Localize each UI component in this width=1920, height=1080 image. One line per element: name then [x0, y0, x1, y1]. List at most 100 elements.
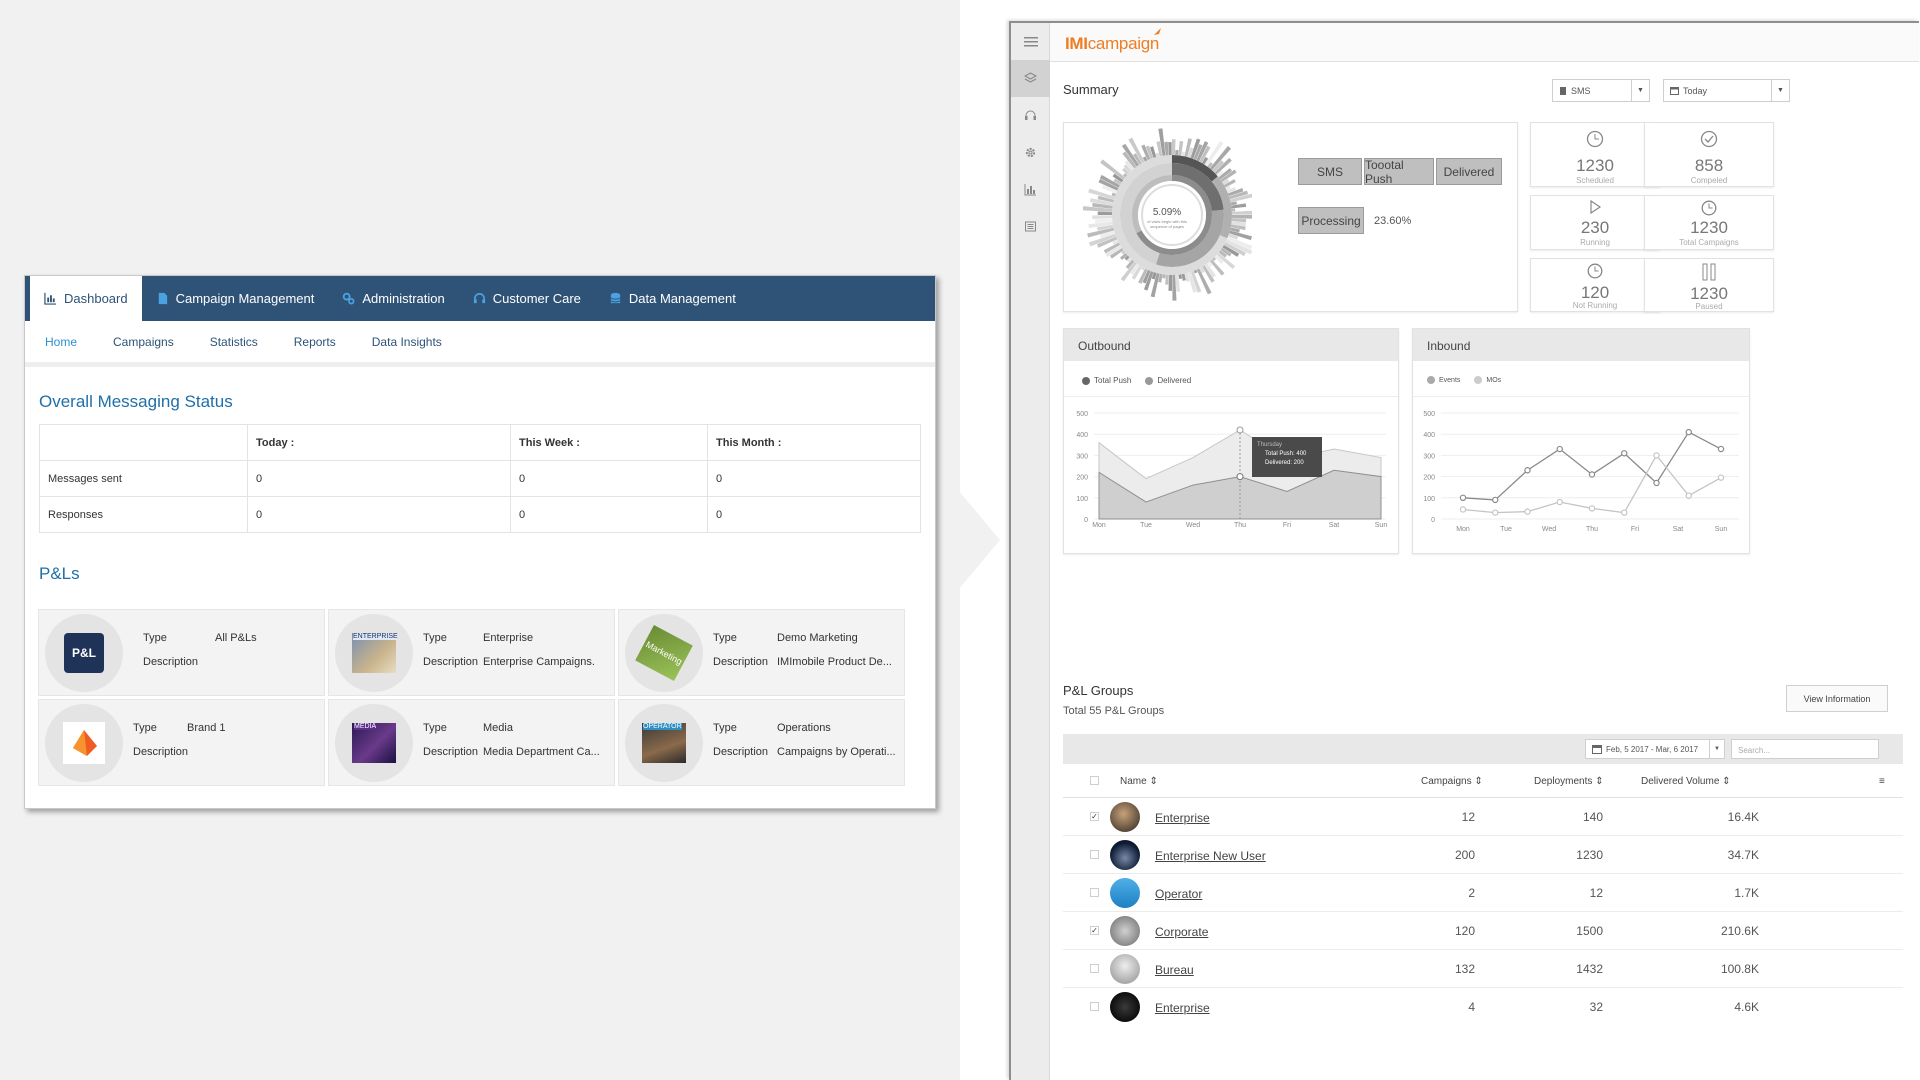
select-all-checkbox[interactable]: [1090, 776, 1099, 785]
subnav-home[interactable]: Home: [45, 335, 77, 349]
volume-value: 4.6K: [1734, 1000, 1759, 1014]
avatar: [1110, 878, 1140, 908]
summary-title: Summary: [1063, 82, 1119, 97]
pl-card[interactable]: OPERATOR Type Operations Description Campa…: [618, 699, 905, 786]
column-delivered-volume[interactable]: Delivered Volume ⇕: [1641, 776, 1731, 787]
pl-card[interactable]: P&L Type All P&Ls Description: [38, 609, 325, 696]
group-name-link[interactable]: Enterprise: [1155, 811, 1210, 825]
column-deployments[interactable]: Deployments ⇕: [1534, 776, 1604, 787]
breadcrumb-tag[interactable]: Toootal Push: [1364, 158, 1434, 186]
pl-type-label: Type: [423, 722, 447, 734]
outbound-chart[interactable]: 0 100 200 300 400 500 Mon Tue Wed Thu Fri Sat Sun: [1064, 329, 1400, 555]
sunburst-center-caption: of visits begin with this sequence of pa…: [1147, 219, 1187, 229]
tab-administration[interactable]: Administration: [328, 276, 458, 321]
tab-data-management[interactable]: Data Management: [595, 276, 750, 321]
table-row: Messages sent 0 0 0: [39, 460, 921, 497]
menu-button[interactable]: [1011, 23, 1050, 60]
data-point: [1459, 494, 1467, 501]
row-checkbox[interactable]: ✓: [1090, 926, 1099, 935]
tab-campaign-management[interactable]: Campaign Management: [142, 276, 329, 321]
channel-select[interactable]: SMS ▼: [1552, 79, 1650, 102]
brand-mark-icon: [73, 730, 97, 756]
row-checkbox[interactable]: [1090, 1002, 1099, 1011]
app-logo[interactable]: IMIcampaign: [1065, 34, 1159, 54]
sidebar-item-settings[interactable]: [1011, 134, 1050, 171]
sort-icon: ⇕: [1595, 776, 1604, 787]
avatar: [1110, 916, 1140, 946]
row-checkbox[interactable]: ✓: [1090, 812, 1099, 821]
table-cell: Responses: [39, 496, 248, 533]
table-row[interactable]: Bureau 132 1432 100.8K: [1063, 950, 1903, 988]
y-tick-label: 100: [1423, 496, 1435, 503]
x-tick-label: Sun: [1715, 526, 1728, 533]
avatar: [1110, 802, 1140, 832]
date-range-picker[interactable]: Feb, 5 2017 - Mar, 6 2017 ▼: [1585, 739, 1725, 759]
x-tick-label: Tue: [1140, 522, 1152, 529]
pl-type-label: Type: [423, 632, 447, 644]
data-point: [1717, 474, 1725, 481]
campaigns-value: 12: [1461, 810, 1475, 824]
table-row[interactable]: ✓ Enterprise 12 140 16.4K: [1063, 798, 1903, 836]
group-name-link[interactable]: Bureau: [1155, 963, 1194, 977]
inbound-chart[interactable]: 0 100 200 300 400 500 Mon Tue Wed Thu Fri Sat Sun: [1413, 329, 1751, 555]
y-tick-label: 300: [1423, 453, 1435, 460]
column-campaigns[interactable]: Campaigns ⇕: [1421, 776, 1483, 787]
table-toolbar: Feb, 5 2017 - Mar, 6 2017 ▼ Search...: [1063, 734, 1903, 764]
pl-card[interactable]: ENTERPRISE Type Enterprise Description Ent…: [328, 609, 615, 696]
stat-label: Total Campaigns: [1679, 238, 1739, 247]
pl-card-grid: P&L Type All P&Ls Description ENTERPRISE …: [38, 609, 926, 786]
row-checkbox[interactable]: [1090, 964, 1099, 973]
view-information-button[interactable]: View Information: [1786, 685, 1888, 712]
processing-tag[interactable]: Processing: [1298, 207, 1364, 234]
subnav-reports[interactable]: Reports: [294, 335, 336, 349]
pl-card[interactable]: MEDIA Type Media Description Media Departm…: [328, 699, 615, 786]
group-name-link[interactable]: Operator: [1155, 887, 1202, 901]
clock-icon: [1531, 263, 1659, 279]
tab-label: Administration: [362, 291, 445, 306]
subnav-campaigns[interactable]: Campaigns: [113, 335, 174, 349]
date-select[interactable]: Today ▼: [1663, 79, 1790, 102]
sunburst-chart[interactable]: [1082, 123, 1252, 313]
pl-card[interactable]: Type Brand 1 Description: [38, 699, 325, 786]
row-checkbox[interactable]: [1090, 888, 1099, 897]
pl-type: Brand 1: [187, 722, 226, 734]
pl-desc: IMImobile Product De...: [777, 656, 892, 668]
table-row[interactable]: Enterprise New User 200 1230 34.7K: [1063, 836, 1903, 874]
column-name[interactable]: Name ⇕: [1120, 776, 1158, 787]
pl-card[interactable]: Marketing Type Demo Marketing Description…: [618, 609, 905, 696]
group-name-link[interactable]: Enterprise: [1155, 1001, 1210, 1015]
headset-icon: [473, 293, 485, 304]
group-name-link[interactable]: Corporate: [1155, 925, 1208, 939]
pl-thumbnail: [45, 704, 123, 782]
pl-desc: Media Department Ca...: [483, 746, 600, 758]
table-cell: 0: [247, 496, 511, 533]
breadcrumb-tag[interactable]: SMS: [1298, 158, 1362, 185]
app-header: IMIcampaign: [1050, 23, 1919, 62]
sort-icon: ⇕: [1474, 776, 1483, 787]
table-row[interactable]: Enterprise 4 32 4.6K: [1063, 988, 1903, 1026]
sidebar-item-book[interactable]: [1011, 208, 1050, 245]
sidebar-item-layers[interactable]: [1011, 60, 1050, 97]
table-row[interactable]: Operator 2 12 1.7K: [1063, 874, 1903, 912]
stat-label: Paused: [1695, 302, 1723, 311]
table-row[interactable]: ✓ Corporate 120 1500 210.6K: [1063, 912, 1903, 950]
column-menu-icon[interactable]: ≡: [1879, 776, 1885, 787]
breadcrumb-tag[interactable]: Delivered: [1436, 158, 1502, 185]
group-name-link[interactable]: Enterprise New User: [1155, 849, 1266, 863]
subnav-statistics[interactable]: Statistics: [210, 335, 258, 349]
table-header-row: Today : This Week : This Month :: [39, 424, 921, 461]
pause-icon: [1645, 263, 1773, 281]
sidebar-item-reports[interactable]: [1011, 171, 1050, 208]
y-tick-label: 300: [1076, 453, 1088, 460]
search-input[interactable]: Search...: [1731, 739, 1879, 759]
series-line-events: [1462, 431, 1722, 501]
check-circle-icon: [1645, 130, 1773, 148]
row-checkbox[interactable]: [1090, 850, 1099, 859]
pl-thumbnail: P&L: [45, 614, 123, 692]
volume-value: 100.8K: [1720, 962, 1759, 976]
tab-dashboard[interactable]: Dashboard: [30, 276, 142, 321]
tab-customer-care[interactable]: Customer Care: [459, 276, 595, 321]
messaging-status-title: Overall Messaging Status: [39, 392, 233, 411]
subnav-data-insights[interactable]: Data Insights: [372, 335, 442, 349]
sidebar-item-support[interactable]: [1011, 97, 1050, 134]
